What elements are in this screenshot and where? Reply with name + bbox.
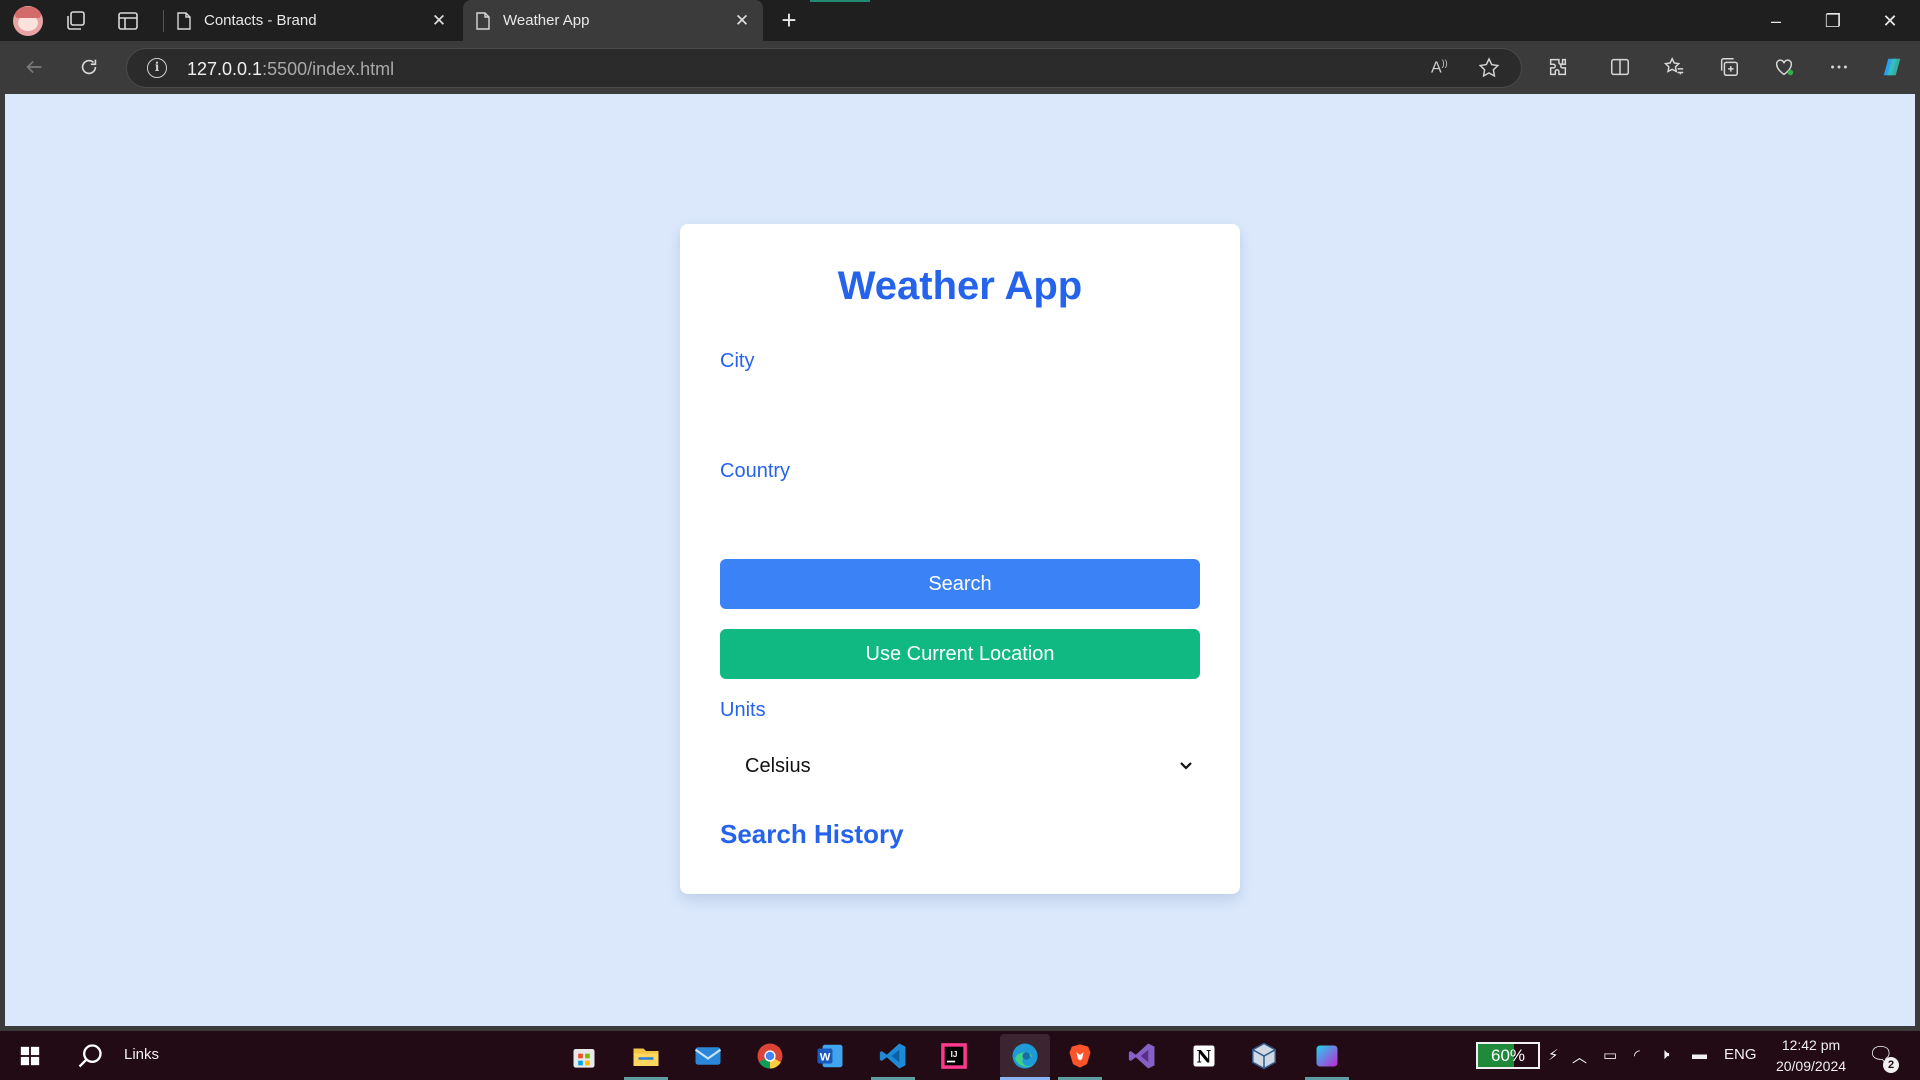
city-input[interactable] <box>720 384 1200 426</box>
chrome-icon[interactable] <box>752 1038 788 1074</box>
search-history-heading: Search History <box>720 819 904 849</box>
edge-icon[interactable] <box>1000 1034 1050 1078</box>
mail-icon[interactable] <box>690 1038 726 1074</box>
chevron-down-icon <box>1180 762 1192 770</box>
close-window-icon[interactable]: ✕ <box>1878 9 1902 33</box>
tab-indicator <box>810 0 870 2</box>
window-border <box>1915 94 1920 1026</box>
meet-now-icon[interactable]: ▭ <box>1603 1046 1617 1064</box>
taskbar-search-label[interactable]: Links <box>124 1046 159 1063</box>
language-indicator[interactable]: ENG <box>1724 1046 1757 1063</box>
battery-indicator[interactable]: 60% <box>1476 1042 1540 1069</box>
page-viewport: Weather App City Country Search Use Curr… <box>5 94 1915 1026</box>
virtualbox-icon[interactable] <box>1246 1038 1282 1074</box>
chevron-up-icon[interactable]: ︿ <box>1572 1046 1587 1067</box>
visual-studio-icon[interactable] <box>1124 1038 1160 1074</box>
vertical-tabs-icon[interactable] <box>116 9 140 33</box>
units-selected-value: Celsius <box>745 754 811 777</box>
favorites-icon[interactable] <box>1660 53 1688 81</box>
url-text[interactable]: 127.0.0.1:5500/index.html <box>187 59 394 80</box>
workspaces-icon[interactable] <box>64 9 88 33</box>
close-tab-icon[interactable]: ✕ <box>731 10 753 32</box>
brave-icon[interactable] <box>1062 1038 1098 1074</box>
battery-percent: 60% <box>1490 1046 1526 1065</box>
favorite-star-icon[interactable] <box>1477 56 1503 82</box>
search-button[interactable]: Search <box>720 559 1200 609</box>
units-label: Units <box>720 699 766 721</box>
new-tab-icon[interactable]: + <box>776 7 802 34</box>
weather-card: Weather App City Country Search Use Curr… <box>680 224 1240 894</box>
refresh-icon[interactable] <box>75 53 103 81</box>
read-aloud-icon[interactable]: A)) <box>1431 58 1453 80</box>
restore-icon[interactable]: ❐ <box>1821 9 1845 33</box>
url-host: 127.0.0.1 <box>187 59 263 79</box>
wifi-icon[interactable]: ◜ <box>1634 1046 1640 1064</box>
taskbar: Links W IJ N 60% ⚡ ︿ ▭ ◜ 🕨 ▬ ENG 12:42 p… <box>0 1031 1920 1080</box>
file-explorer-icon[interactable] <box>628 1038 664 1074</box>
windows-start-icon[interactable] <box>12 1038 48 1074</box>
address-bar[interactable]: i 127.0.0.1:5500/index.html A)) <box>126 48 1522 88</box>
charging-icon: ⚡ <box>1548 1047 1559 1064</box>
tab-contacts[interactable]: Contacts - Brand ✕ <box>164 0 460 41</box>
country-label: Country <box>720 460 791 482</box>
page-icon <box>476 11 490 30</box>
extensions-icon[interactable] <box>1544 53 1572 81</box>
clock-date: 20/09/2024 <box>1775 1058 1847 1074</box>
search-icon[interactable] <box>72 1038 108 1074</box>
site-info-icon[interactable]: i <box>147 58 167 78</box>
app-icon[interactable] <box>1309 1038 1345 1074</box>
clock[interactable]: 12:42 pm 20/09/2024 <box>1766 1035 1856 1077</box>
more-menu-icon[interactable] <box>1825 53 1853 81</box>
vscode-icon[interactable] <box>875 1038 911 1074</box>
notification-badge: 2 <box>1883 1057 1899 1073</box>
volume-icon[interactable]: 🕨 <box>1660 1046 1669 1063</box>
close-tab-icon[interactable]: ✕ <box>428 10 450 32</box>
use-current-location-button[interactable]: Use Current Location <box>720 629 1200 679</box>
browser-tab-bar: Contacts - Brand ✕ Weather App ✕ + – ❐ ✕ <box>0 0 1920 41</box>
page-title: Weather App <box>837 264 1083 308</box>
collections-icon[interactable] <box>1715 53 1743 81</box>
profile-avatar[interactable] <box>13 6 43 36</box>
intellij-icon[interactable]: IJ <box>936 1038 972 1074</box>
svg-text:N: N <box>1197 1047 1212 1066</box>
page-icon <box>177 11 191 30</box>
tab-title: Weather App <box>503 12 590 29</box>
back-icon[interactable] <box>20 53 48 81</box>
tab-title: Contacts - Brand <box>204 12 317 29</box>
tab-weather-app[interactable]: Weather App ✕ <box>463 0 763 41</box>
battery-icon[interactable]: ▬ <box>1692 1046 1707 1063</box>
microsoft-store-icon[interactable] <box>566 1038 602 1074</box>
svg-text:IJ: IJ <box>951 1050 958 1059</box>
country-input[interactable] <box>720 494 1200 536</box>
units-select[interactable]: Celsius <box>720 744 1200 788</box>
browser-essentials-icon[interactable] <box>1770 53 1798 81</box>
word-icon[interactable]: W <box>812 1038 848 1074</box>
url-path: :5500/index.html <box>262 59 395 79</box>
split-screen-icon[interactable] <box>1606 53 1634 81</box>
svg-text:W: W <box>820 1051 831 1063</box>
city-label: City <box>720 350 755 372</box>
minimize-icon[interactable]: – <box>1764 9 1788 33</box>
notion-icon[interactable]: N <box>1186 1038 1222 1074</box>
clock-time: 12:42 pm <box>1781 1037 1841 1053</box>
copilot-icon[interactable] <box>1878 53 1906 81</box>
browser-toolbar: i 127.0.0.1:5500/index.html A)) <box>0 41 1920 94</box>
